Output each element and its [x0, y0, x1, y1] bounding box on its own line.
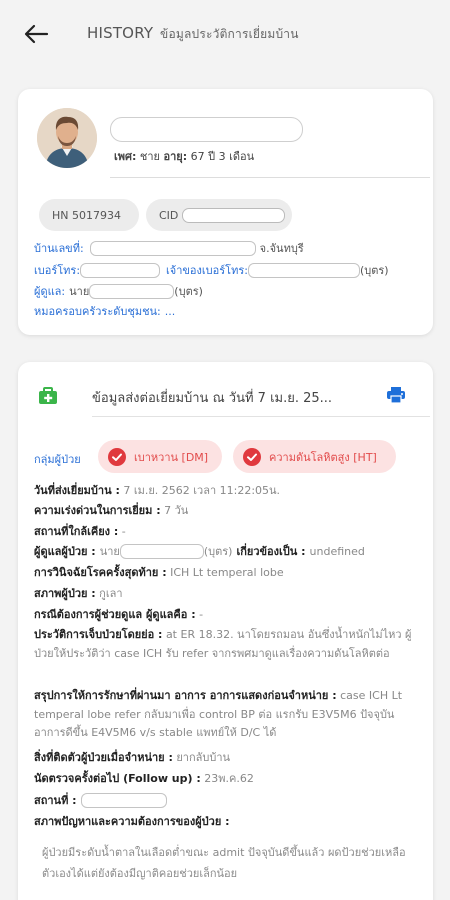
diagnosis-line: การวินิจฉัยโรคครั้งสุดท้าย : ICH Lt temp…	[34, 564, 284, 581]
age-value: 67 ปี 3 เดือน	[190, 150, 255, 163]
problems-label: สภาพปัญหาและความต้องการของผู้ป่วย :	[34, 815, 230, 828]
summary-paragraph: สรุปการให้การรักษาที่ผ่านมา อาการ อาการแ…	[34, 687, 422, 743]
caregiver-suffix: (บุตร)	[203, 545, 233, 558]
urgency-line: ความเร่งด่วนในการเยี่ยม : 7 วัน	[34, 502, 188, 519]
caregiver-row: ผู้ดูแล: นาย (บุตร)	[34, 282, 203, 300]
visit-card: ข้อมูลส่งต่อเยี่ยมบ้าน ณ วันที่ 7 เม.ย. …	[18, 362, 433, 900]
doctor-row: หมอครอบครัวระดับชุมชน: ...	[34, 302, 175, 320]
address-row: บ้านเลขที่: จ.จันทบุรี	[34, 239, 304, 257]
caregiver-label: ผู้ดูแลผู้ป่วย :	[34, 545, 96, 558]
followup-line: นัดตรวจครั้งต่อไป (Follow up) : 23พ.ค.62	[34, 770, 254, 787]
page-title: HISTORY ข้อมูลประวัติการเยี่ยมบ้าน	[87, 24, 299, 44]
summary-label: สรุปการให้การรักษาที่ผ่านมา อาการ อาการแ…	[34, 689, 337, 702]
cid-label: CID	[159, 208, 179, 222]
patient-card: เพศ: ชาย อายุ: 67 ปี 3 เดือน HN 5017934 …	[18, 89, 433, 335]
visit-header: ข้อมูลส่งต่อเยี่ยมบ้าน ณ วันที่ 7 เม.ย. …	[92, 391, 333, 406]
title-th: ข้อมูลประวัติการเยี่ยมบ้าน	[160, 27, 299, 41]
sex-age-line: เพศ: ชาย อายุ: 67 ปี 3 เดือน	[114, 147, 254, 165]
diagnosis-label: การวินิจฉัยโรคครั้งสุดท้าย :	[34, 566, 167, 579]
followup-value: 23พ.ค.62	[204, 772, 254, 785]
caregiver-field	[89, 283, 175, 299]
urgency-label: ความเร่งด่วนในการเยี่ยม :	[34, 504, 161, 517]
patient-group-label: กลุ่มผู้ป่วย	[34, 453, 81, 466]
sex-value: ชาย	[139, 150, 160, 163]
needs-value: -	[199, 608, 204, 621]
badge-label: ความดันโลหิตสูง [HT]	[269, 450, 377, 464]
caregiver-line: ผู้ดูแลผู้ป่วย : นาย (บุตร) เกี่ยวข้องเป…	[34, 543, 365, 560]
phone-owner-field	[247, 262, 360, 278]
status-line: สภาพผู้ป่วย : กูเลา	[34, 585, 123, 602]
caregiver-field	[119, 544, 204, 559]
cid-badge: CID	[146, 199, 292, 231]
divider	[110, 177, 430, 178]
top-bar: HISTORY ข้อมูลประวัติการเยี่ยมบ้าน	[0, 0, 450, 70]
problems-line: สภาพปัญหาและความต้องการของผู้ป่วย :	[34, 813, 230, 830]
device-line: สิ่งที่ติดตัวผู้ป่วยเมื่อจำหน่าย : ยากลั…	[34, 749, 230, 766]
divider	[92, 416, 430, 417]
nearby-label: สถานที่ใกล้เคียง :	[34, 525, 119, 538]
hn-value: HN 5017934	[52, 208, 121, 222]
address-field	[89, 240, 256, 256]
address-label: บ้านเลขที่:	[34, 242, 84, 255]
address-province: จ.จันทบุรี	[259, 242, 304, 255]
medical-kit-icon	[39, 387, 57, 404]
patient-name-field	[110, 117, 303, 142]
phone-owner-label: เจ้าของเบอร์โทร:	[166, 264, 248, 277]
history-paragraph: ประวัติการเจ็บป่วยโดยย่อ : at ER 18.32. …	[34, 626, 422, 663]
place-label: สถานที่ :	[34, 794, 77, 807]
status-value: กูเลา	[99, 587, 123, 600]
doctor-value: ...	[164, 304, 176, 318]
relation-label: เกี่ยวข้องเป็น :	[236, 545, 306, 558]
phone-label: เบอร์โทร:	[34, 264, 81, 277]
send-date-label: วันที่ส่งเยี่ยมบ้าน :	[34, 484, 120, 497]
sex-label: เพศ:	[114, 150, 137, 163]
phone-row: เบอร์โทร: เจ้าของเบอร์โทร: (บุตร)	[34, 261, 389, 279]
hn-badge: HN 5017934	[39, 199, 139, 231]
diagnosis-value: ICH Lt temperal lobe	[170, 566, 284, 579]
title-en: HISTORY	[87, 24, 154, 42]
check-circle-icon	[108, 447, 126, 466]
problems-value: ผู้ป่วยมีระดับน้ำตาลในเลือดต่ำขณะ admit …	[42, 846, 406, 880]
history-label: ประวัติการเจ็บป่วยโดยย่อ :	[34, 628, 163, 641]
avatar	[37, 108, 97, 168]
age-label: อายุ:	[163, 150, 188, 163]
doctor-label: หมอครอบครัวระดับชุมชน:	[34, 305, 161, 318]
needs-line: กรณีต้องการผู้ช่วยดูแล ผู้ดูแลคือ : -	[34, 606, 203, 623]
check-circle-icon	[243, 447, 261, 466]
place-field	[80, 793, 167, 808]
group-badge-ht: ความดันโลหิตสูง [HT]	[233, 440, 396, 473]
status-label: สภาพผู้ป่วย :	[34, 587, 96, 600]
device-label: สิ่งที่ติดตัวผู้ป่วยเมื่อจำหน่าย :	[34, 751, 173, 764]
group-badge-dm: เบาหวาน [DM]	[98, 440, 222, 473]
avatar-image	[37, 108, 97, 168]
followup-label: นัดตรวจครั้งต่อไป (Follow up) :	[34, 772, 201, 785]
device-value: ยากลับบ้าน	[176, 751, 231, 764]
caregiver-label: ผู้ดูแล:	[34, 285, 66, 298]
needs-label: กรณีต้องการผู้ช่วยดูแล ผู้ดูแลคือ :	[34, 608, 196, 621]
nearby-line: สถานที่ใกล้เคียง : -	[34, 523, 126, 540]
badge-label: เบาหวาน [DM]	[134, 450, 209, 464]
relation-value: undefined	[309, 545, 365, 558]
phone-field[interactable]	[80, 262, 161, 278]
cid-field	[182, 207, 286, 223]
nearby-value: -	[121, 525, 126, 538]
send-date-value: 7 เม.ย. 2562 เวลา 11:22:05น.	[123, 484, 281, 497]
send-date-line: วันที่ส่งเยี่ยมบ้าน : 7 เม.ย. 2562 เวลา …	[34, 482, 280, 499]
caregiver-suffix: (บุตร)	[174, 285, 203, 298]
phone-owner-suffix: (บุตร)	[359, 264, 389, 277]
place-line: สถานที่ :	[34, 792, 167, 809]
caregiver-prefix: นาย	[99, 545, 120, 558]
urgency-value: 7 วัน	[164, 504, 189, 517]
print-icon[interactable]	[386, 386, 406, 404]
caregiver-prefix: นาย	[69, 285, 90, 298]
back-arrow-icon[interactable]	[22, 22, 50, 46]
